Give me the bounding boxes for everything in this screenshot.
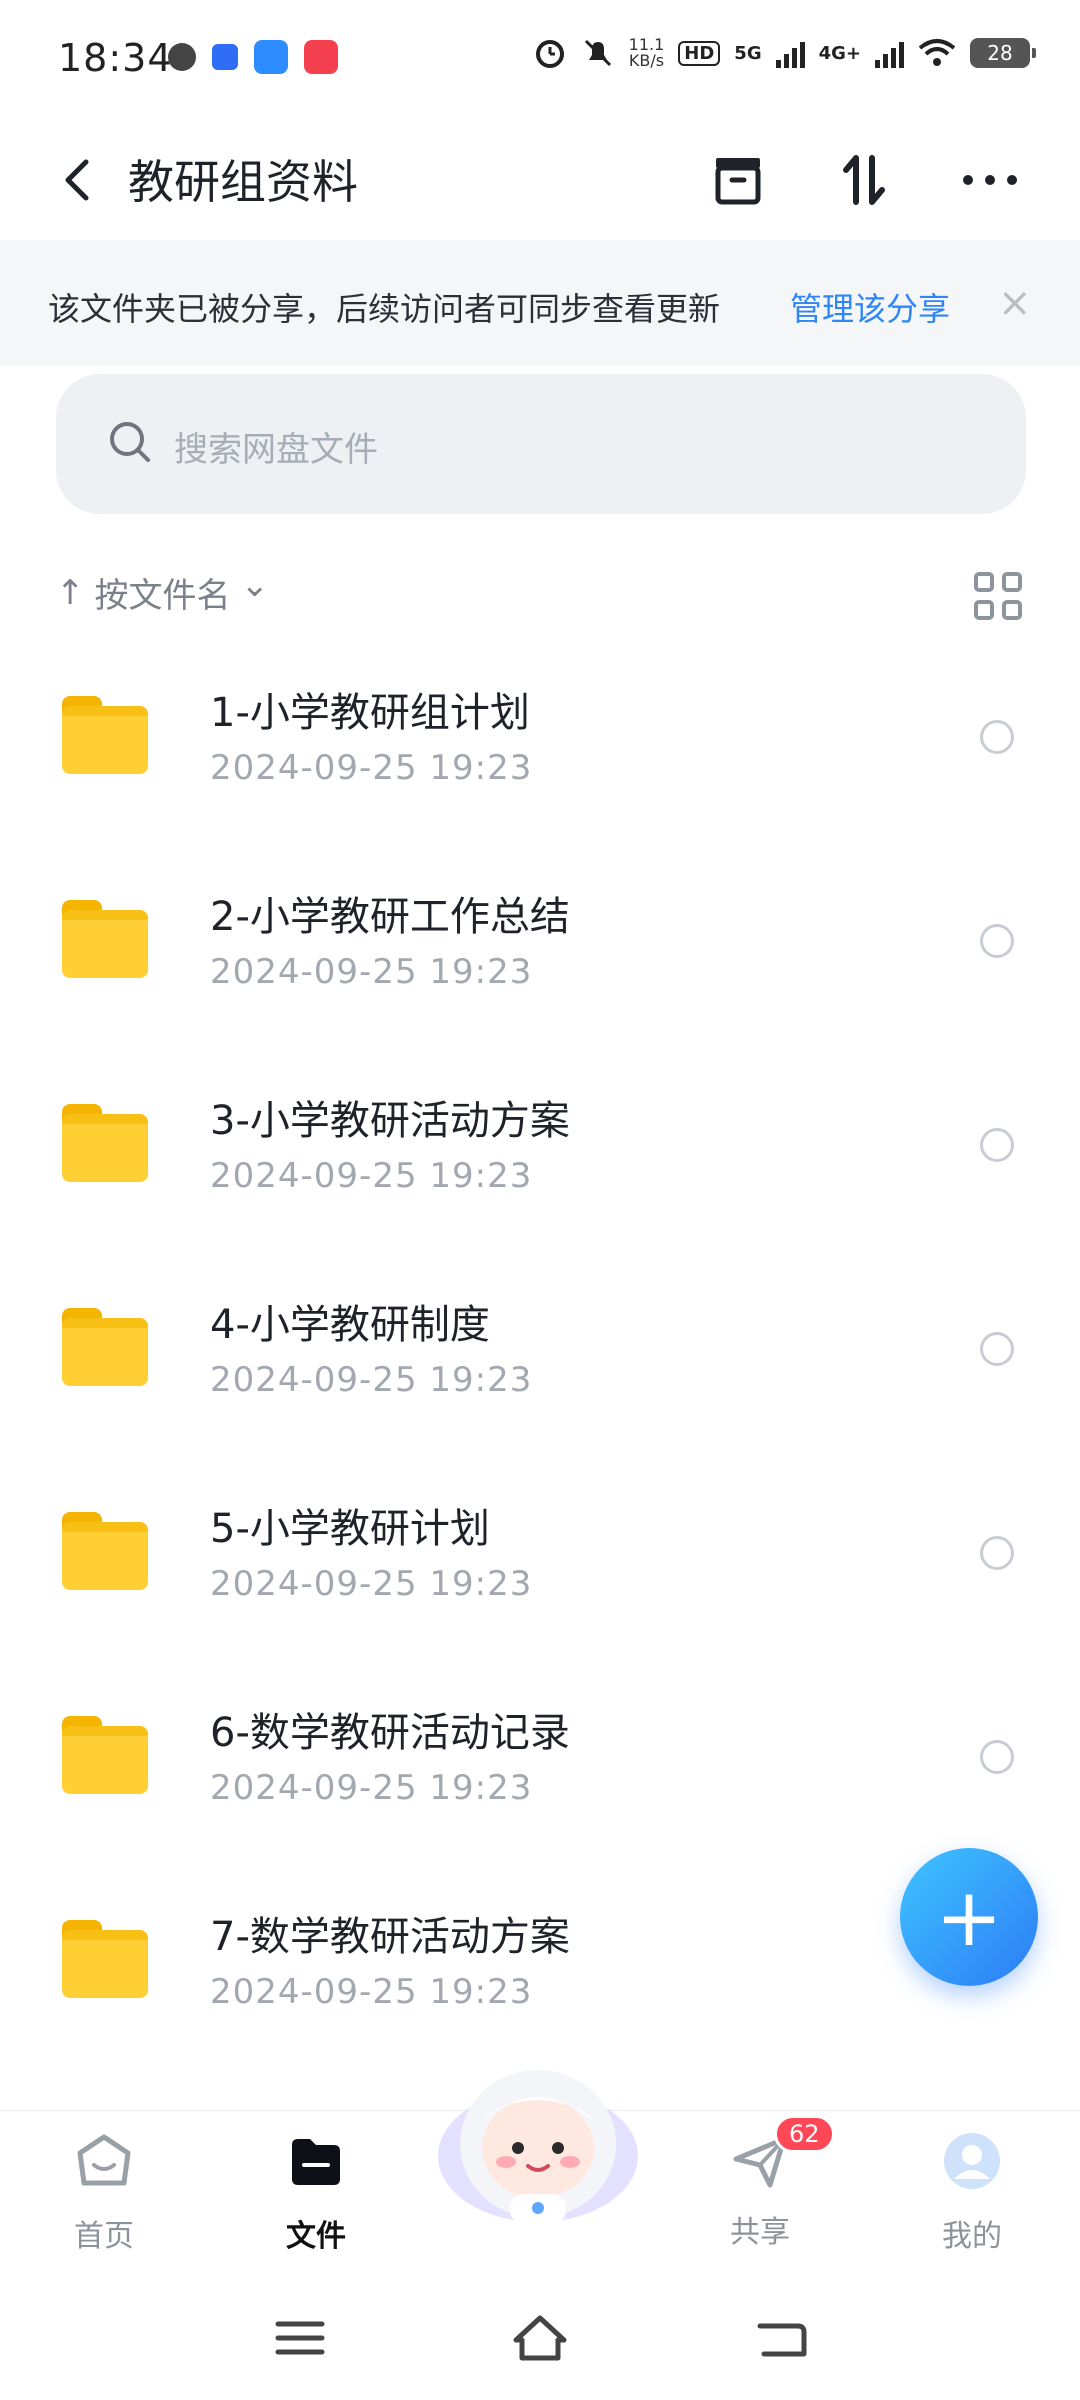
baidu-paw-icon [212,44,238,70]
file-name: 1-小学教研组计划 [210,690,530,736]
mascot-assistant-icon[interactable] [430,2052,646,2232]
search-input[interactable]: 搜索网盘文件 [56,374,1026,514]
grid-view-toggle[interactable] [974,572,1022,620]
sort-selector[interactable]: ↑ 按文件名 ⌄ [56,564,270,617]
archive-icon [715,158,761,205]
file-date: 2024-09-25 19:23 [210,1156,533,1196]
network-5g-label: 5G [734,42,762,64]
file-name: 6-数学教研活动记录 [210,1710,570,1756]
file-date: 2024-09-25 19:23 [210,1768,533,1808]
transfer-button[interactable] [826,142,902,218]
file-row[interactable]: 4-小学教研制度 2024-09-25 19:23 [0,1262,1080,1466]
more-button[interactable] [952,142,1028,218]
folder-icon [62,1104,148,1182]
nav-files[interactable]: 文件 [256,2131,376,2255]
close-icon[interactable]: × [998,280,1032,326]
grid-cell-icon [974,600,994,620]
status-left-icons [168,40,338,74]
more-dots-icon [963,175,1017,185]
folder-icon [62,900,148,978]
file-name: 4-小学教研制度 [210,1302,490,1348]
globe-icon [168,43,196,71]
folder-icon [62,1920,148,1998]
nav-home-label: 首页 [74,2219,134,2254]
share-nav-icon-wrap: 62 [730,2115,835,2191]
search-placeholder: 搜索网盘文件 [174,430,378,470]
mute-bell-icon [584,39,611,67]
status-time: 18:34 [58,36,173,80]
nav-me-label: 我的 [942,2219,1002,2254]
battery-icon: 28 [970,38,1036,68]
hd-badge: HD [678,40,721,66]
select-checkbox[interactable] [980,1536,1014,1570]
signal-5g-icon [775,38,805,68]
page-title: 教研组资料 [128,155,358,209]
app-blue-icon [254,40,288,74]
nav-share-label: 共享 [730,2215,790,2250]
add-button[interactable]: + [900,1848,1038,1986]
grid-cell-icon [974,572,994,592]
file-list: 1-小学教研组计划 2024-09-25 19:23 2-小学教研工作总结 20… [0,650,1080,2078]
net-speed-unit: KB/s [628,51,665,70]
search-icon [110,422,150,462]
wifi-icon [918,39,956,66]
status-bar: 18:34 11.1 KB/s HD 5G 4G+ 28 [0,0,1080,120]
nav-me[interactable]: 我的 [912,2131,1032,2255]
sort-arrow-icon: ↑ [56,572,85,613]
file-name: 7-数学教研活动方案 [210,1914,570,1960]
nav-files-label: 文件 [286,2219,346,2254]
alarm-icon [535,40,564,68]
folder-icon [62,696,148,774]
share-banner: 该文件夹已被分享，后续访问者可同步查看更新 管理该分享 × [0,240,1080,366]
file-row[interactable]: 3-小学教研活动方案 2024-09-25 19:23 [0,1058,1080,1262]
menu-icon[interactable] [270,2308,330,2368]
sort-label: 按文件名 [94,576,231,616]
file-row[interactable]: 1-小学教研组计划 2024-09-25 19:23 [0,650,1080,854]
avatar-icon [944,2133,1000,2189]
home-icon[interactable] [510,2308,570,2368]
file-row[interactable]: 6-数学教研活动记录 2024-09-25 19:23 [0,1670,1080,1874]
select-checkbox[interactable] [980,720,1014,754]
select-checkbox[interactable] [980,1332,1014,1366]
file-date: 2024-09-25 19:23 [210,1564,533,1604]
select-checkbox[interactable] [980,1740,1014,1774]
chevron-down-icon: ⌄ [240,564,270,605]
back-arrow-icon[interactable] [50,150,110,210]
app-red-icon [304,40,338,74]
grid-cell-icon [1002,572,1022,592]
share-banner-text: 该文件夹已被分享，后续访问者可同步查看更新 [48,290,721,328]
manage-share-link[interactable]: 管理该分享 [790,284,950,330]
file-date: 2024-09-25 19:23 [210,1360,533,1400]
system-nav-bar [0,2290,1080,2400]
net-speed: 11.1 KB/s [629,37,665,69]
home-face-icon [77,2134,131,2186]
file-date: 2024-09-25 19:23 [210,1972,533,2012]
file-name: 3-小学教研活动方案 [210,1098,570,1144]
back-icon[interactable] [750,2308,810,2368]
network-4g-label: 4G+ [818,42,861,64]
file-name: 2-小学教研工作总结 [210,894,570,940]
file-date: 2024-09-25 19:23 [210,952,533,992]
grid-cell-icon [1002,600,1022,620]
file-row[interactable]: 5-小学教研计划 2024-09-25 19:23 [0,1466,1080,1670]
select-checkbox[interactable] [980,1128,1014,1162]
select-checkbox[interactable] [980,924,1014,958]
share-badge: 62 [774,2115,835,2153]
transfer-arrows-icon [843,155,885,205]
folder-icon [62,1308,148,1386]
archive-button[interactable] [700,142,776,218]
folder-filled-icon [292,2139,340,2185]
nav-share[interactable]: 62 共享 [700,2115,835,2251]
file-row[interactable]: 2-小学教研工作总结 2024-09-25 19:23 [0,854,1080,1058]
file-name: 5-小学教研计划 [210,1506,490,1552]
title-bar: 教研组资料 [0,120,1080,240]
signal-4g-icon [875,38,904,68]
folder-icon [62,1716,148,1794]
status-right-icons: 11.1 KB/s HD 5G 4G+ 28 [533,36,1036,70]
folder-icon [62,1512,148,1590]
file-date: 2024-09-25 19:23 [210,748,533,788]
nav-home[interactable]: 首页 [44,2131,164,2255]
